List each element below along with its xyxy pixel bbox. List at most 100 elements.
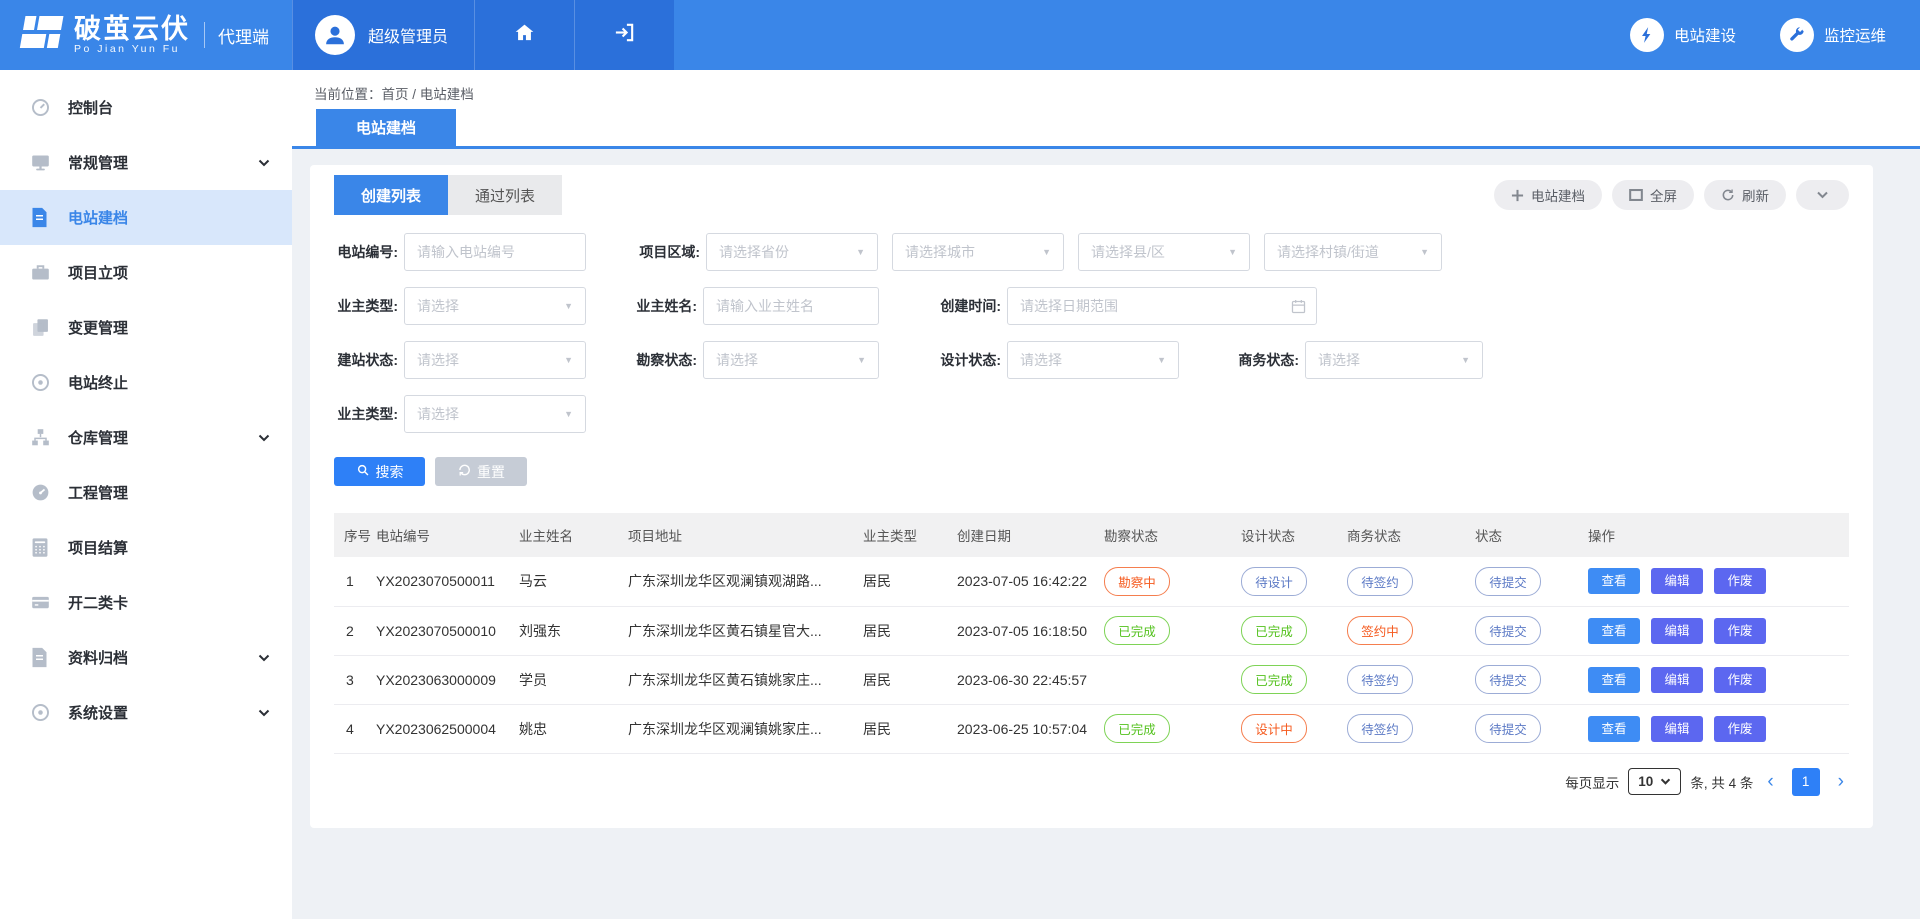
status-badge: 设计中 bbox=[1241, 714, 1307, 743]
status-badge: 已完成 bbox=[1241, 616, 1307, 645]
owner-name-input[interactable] bbox=[703, 287, 879, 325]
reset-button[interactable]: 重置 bbox=[435, 457, 527, 486]
sidebar-item-station-termination[interactable]: 电站终止 bbox=[0, 355, 292, 410]
breadcrumb-label: 当前位置： bbox=[314, 87, 382, 102]
brand-divider bbox=[204, 22, 205, 48]
sitemap-icon bbox=[30, 427, 52, 449]
user-name: 超级管理员 bbox=[368, 23, 448, 47]
county-select[interactable]: 请选择县/区▼ bbox=[1078, 233, 1250, 271]
select-caret-icon: ▼ bbox=[564, 355, 573, 365]
sidebar-item-console[interactable]: 控制台 bbox=[0, 80, 292, 135]
sidebar-item-station-filing[interactable]: 电站建档 bbox=[0, 190, 292, 245]
sidebar-item-warehouse-mgmt[interactable]: 仓库管理 bbox=[0, 410, 292, 465]
select-caret-icon: ▼ bbox=[857, 355, 866, 365]
search-button[interactable]: 搜索 bbox=[334, 457, 425, 486]
sidebar-item-type2-card[interactable]: 开二类卡 bbox=[0, 575, 292, 630]
toolbar: 电站建档 全屏 刷新 bbox=[1494, 180, 1849, 210]
logout-button[interactable] bbox=[574, 0, 674, 70]
sidebar-item-project-settlement[interactable]: 项目结算 bbox=[0, 520, 292, 575]
owner-type2-select[interactable]: 请选择▼ bbox=[404, 395, 586, 433]
col-owner-type: 业主类型 bbox=[861, 513, 955, 557]
status-badge: 待提交 bbox=[1475, 616, 1541, 645]
status-badge: 待提交 bbox=[1475, 665, 1541, 694]
void-button[interactable]: 作废 bbox=[1714, 716, 1766, 742]
void-button[interactable]: 作废 bbox=[1714, 667, 1766, 693]
sidebar-item-engineering-mgmt[interactable]: 工程管理 bbox=[0, 465, 292, 520]
sidebar-item-data-archive[interactable]: 资料归档 bbox=[0, 630, 292, 685]
sidebar-item-system-settings[interactable]: 系统设置 bbox=[0, 685, 292, 740]
owner-name-label: 业主姓名: bbox=[633, 296, 697, 316]
logout-icon bbox=[613, 21, 636, 49]
status-badge: 待设计 bbox=[1241, 567, 1307, 596]
select-caret-icon: ▼ bbox=[1228, 247, 1237, 257]
topnav-station-build[interactable]: 电站建设 bbox=[1630, 18, 1736, 52]
edit-button[interactable]: 编辑 bbox=[1651, 716, 1703, 742]
user-menu[interactable]: 超级管理员 bbox=[292, 0, 474, 70]
breadcrumb-path: 首页 / 电站建档 bbox=[382, 87, 474, 102]
pagination: 每页显示 10 条, 共 4 条 ‹ 1 › bbox=[334, 768, 1849, 796]
edit-button[interactable]: 编辑 bbox=[1651, 568, 1703, 594]
build-status-select[interactable]: 请选择▼ bbox=[404, 341, 586, 379]
avatar bbox=[315, 15, 355, 55]
sidebar-item-general-mgmt[interactable]: 常规管理 bbox=[0, 135, 292, 190]
col-code: 电站编号 bbox=[374, 513, 517, 557]
chevron-down-icon bbox=[1816, 191, 1829, 199]
city-select[interactable]: 请选择城市▼ bbox=[892, 233, 1064, 271]
filter-form: 电站编号: 项目区域: 请选择省份▼ 请选择城市▼ 请选择县/区▼ 请选择村镇/… bbox=[334, 233, 1849, 433]
sidebar-item-change-mgmt[interactable]: 变更管理 bbox=[0, 300, 292, 355]
page-size-select[interactable]: 10 bbox=[1628, 768, 1681, 795]
station-code-label: 电站编号: bbox=[334, 242, 398, 262]
view-button[interactable]: 查看 bbox=[1588, 716, 1640, 742]
view-button[interactable]: 查看 bbox=[1588, 618, 1640, 644]
briefcase-icon bbox=[30, 262, 52, 284]
town-select[interactable]: 请选择村镇/街道▼ bbox=[1264, 233, 1442, 271]
table-row: 1 YX2023070500011 马云 广东深圳龙华区观澜镇观湖路... 居民… bbox=[334, 557, 1849, 606]
void-button[interactable]: 作废 bbox=[1714, 618, 1766, 644]
tab-create-list[interactable]: 创建列表 bbox=[334, 175, 448, 215]
home-button[interactable] bbox=[474, 0, 574, 70]
select-caret-icon: ▼ bbox=[564, 301, 573, 311]
col-survey: 勘察状态 bbox=[1102, 513, 1239, 557]
survey-status-select[interactable]: 请选择▼ bbox=[703, 341, 879, 379]
add-station-button[interactable]: 电站建档 bbox=[1494, 180, 1602, 210]
status-badge: 待签约 bbox=[1347, 665, 1413, 694]
fullscreen-button[interactable]: 全屏 bbox=[1612, 180, 1694, 210]
station-code-input[interactable] bbox=[404, 233, 586, 271]
refresh-button[interactable]: 刷新 bbox=[1704, 180, 1786, 210]
owner-type-select[interactable]: 请选择▼ bbox=[404, 287, 586, 325]
brand-romanized: Po Jian Yun Fu bbox=[74, 43, 190, 55]
col-created: 创建日期 bbox=[955, 513, 1102, 557]
create-time-range bbox=[1007, 287, 1317, 325]
lightning-icon bbox=[1630, 18, 1664, 52]
tab-passed-list[interactable]: 通过列表 bbox=[448, 175, 562, 215]
speedometer-icon bbox=[30, 482, 52, 504]
target-icon bbox=[30, 372, 52, 394]
next-page-button[interactable]: › bbox=[1833, 771, 1849, 793]
view-button[interactable]: 查看 bbox=[1588, 667, 1640, 693]
calendar-icon[interactable] bbox=[1290, 298, 1307, 315]
page-tab-station-filing[interactable]: 电站建档 bbox=[316, 109, 456, 146]
chevron-down-icon bbox=[258, 159, 270, 167]
prev-page-button[interactable]: ‹ bbox=[1762, 771, 1778, 793]
design-status-select[interactable]: 请选择▼ bbox=[1007, 341, 1179, 379]
sidebar-item-project-initiation[interactable]: 项目立项 bbox=[0, 245, 292, 300]
document-icon bbox=[30, 207, 52, 229]
date-range-input[interactable] bbox=[1007, 287, 1317, 325]
edit-button[interactable]: 编辑 bbox=[1651, 667, 1703, 693]
edit-button[interactable]: 编辑 bbox=[1651, 618, 1703, 644]
survey-status-label: 勘察状态: bbox=[633, 350, 697, 370]
view-button[interactable]: 查看 bbox=[1588, 568, 1640, 594]
topnav-monitor-ops[interactable]: 监控运维 bbox=[1780, 18, 1886, 52]
void-button[interactable]: 作废 bbox=[1714, 568, 1766, 594]
select-caret-icon: ▼ bbox=[856, 247, 865, 257]
table-row: 3 YX2023063000009 学员 广东深圳龙华区黄石镇姚家庄... 居民… bbox=[334, 655, 1849, 704]
business-status-select[interactable]: 请选择▼ bbox=[1305, 341, 1483, 379]
select-caret-icon: ▼ bbox=[1461, 355, 1470, 365]
collapse-toolbar-button[interactable] bbox=[1796, 180, 1849, 210]
province-select[interactable]: 请选择省份▼ bbox=[706, 233, 878, 271]
card-icon bbox=[30, 592, 52, 614]
build-status-label: 建站状态: bbox=[334, 350, 398, 370]
topbar: 破茧云伏 Po Jian Yun Fu 代理端 超级管理员 bbox=[0, 0, 1920, 70]
gauge-icon bbox=[30, 97, 52, 119]
page-number-button[interactable]: 1 bbox=[1792, 768, 1820, 796]
